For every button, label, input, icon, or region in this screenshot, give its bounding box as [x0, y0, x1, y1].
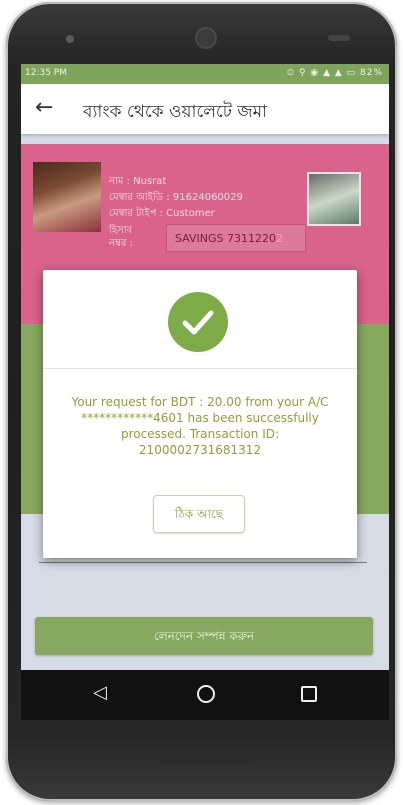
- profile-thumbnail[interactable]: [307, 172, 361, 226]
- check-icon: [168, 292, 228, 352]
- nav-home-icon[interactable]: [197, 685, 215, 703]
- success-dialog: Your request for BDT : 20.00 from your A…: [43, 270, 357, 558]
- account-value: SAVINGS 7311220: [175, 232, 276, 245]
- status-icons: ⏲ ⚲ ◉ ▲ ▲ ▭ 82%: [287, 68, 383, 78]
- front-camera: [197, 29, 215, 47]
- member-id: মেম্বার আইডি : 91624060029: [109, 192, 243, 203]
- nav-back-icon[interactable]: ◁: [93, 682, 107, 703]
- input-underline: [39, 562, 367, 563]
- account-select[interactable]: SAVINGS 73112202: [166, 224, 306, 252]
- proximity-sensor: [328, 35, 350, 41]
- dialog-divider: [43, 368, 357, 369]
- success-message: Your request for BDT : 20.00 from your A…: [71, 395, 329, 457]
- speaker-dot: [66, 35, 74, 43]
- nav-recent-icon[interactable]: [301, 686, 317, 702]
- member-photo: [33, 162, 101, 232]
- ok-button[interactable]: ঠিক আছে: [153, 495, 245, 533]
- complete-transaction-button[interactable]: লেনদেন সম্পন্ন করুন: [35, 617, 373, 655]
- account-label: হিসাব নম্বর :: [109, 225, 133, 249]
- app-screen: 12:35 PM ⏲ ⚲ ◉ ▲ ▲ ▭ 82% ← ব্যাংক থেকে ও…: [21, 64, 389, 720]
- member-name: নাম : Nusrat: [109, 176, 167, 187]
- phone-chin: [162, 754, 252, 764]
- member-type: মেম্বার টাইপ : Customer: [109, 208, 215, 219]
- android-nav-bar: ◁: [21, 670, 389, 720]
- status-bar: 12:35 PM ⏲ ⚲ ◉ ▲ ▲ ▭ 82%: [21, 64, 389, 84]
- status-time: 12:35 PM: [25, 68, 67, 78]
- page-title: ব্যাংক থেকে ওয়ালেটে জমা: [83, 102, 268, 122]
- app-bar: ← ব্যাংক থেকে ওয়ালেটে জমা: [21, 84, 389, 134]
- arrow-left-icon[interactable]: ←: [35, 96, 53, 120]
- account-value-suffix: 2: [276, 232, 283, 245]
